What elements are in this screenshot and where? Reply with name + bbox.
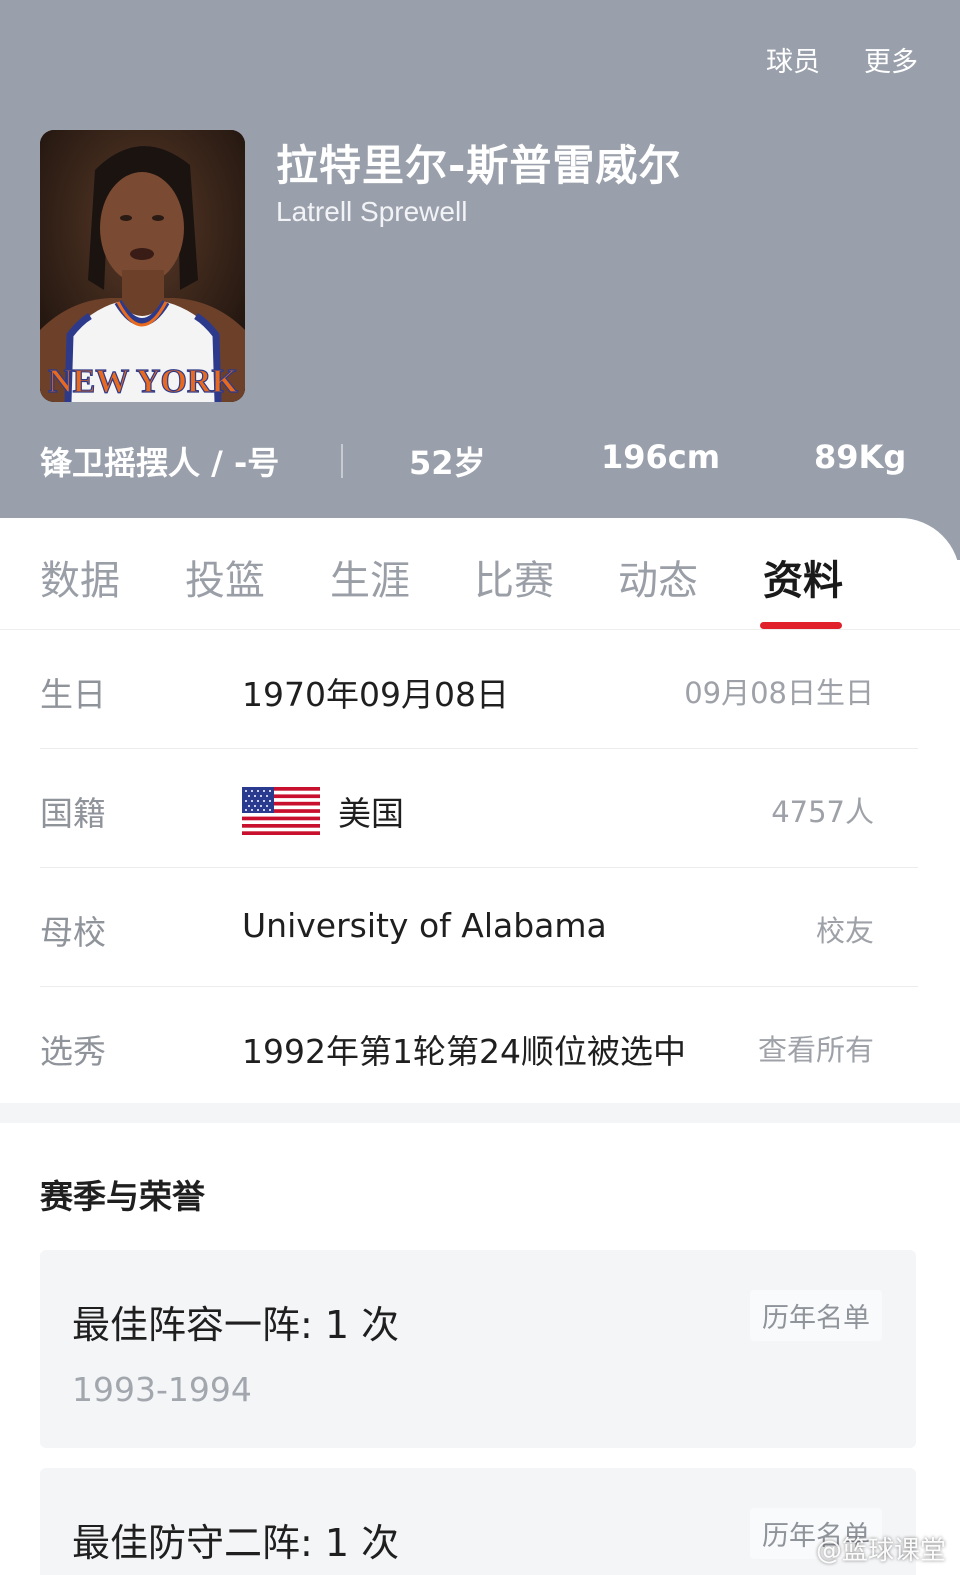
info-row-nationality: 国籍 美国 4757人 — [40, 749, 918, 868]
college-label: 母校 — [40, 913, 106, 952]
top-nav: 球员 更多 — [766, 40, 918, 79]
player-position-number: 锋卫摇摆人 / -号 — [40, 444, 280, 482]
profile-content: 数据 投篮 生涯 比赛 动态 资料 生日 1970年09月08日 09月08日生… — [0, 518, 960, 1575]
us-flag-icon — [242, 787, 320, 835]
profile-info-list: 生日 1970年09月08日 09月08日生日 国籍 美国 4757人 母校 U… — [40, 630, 918, 1106]
players-link[interactable]: 球员 — [766, 40, 820, 79]
player-header: 球员 更多 NEW YORK 拉特里尔-斯普雷威尔 Latrell Sprewe… — [0, 0, 960, 560]
info-row-birthday: 生日 1970年09月08日 09月08日生日 — [40, 630, 918, 749]
honor-years: 1993-1994 — [72, 1370, 252, 1409]
jersey-lettering: NEW YORK — [48, 363, 238, 400]
draft-value: 1992年第1轮第24顺位被选中 — [242, 1032, 686, 1071]
player-height: 196cm — [601, 438, 721, 476]
tab-news[interactable]: 动态 — [618, 548, 698, 606]
honor-title: 最佳阵容一阵: 1 次 — [72, 1303, 400, 1347]
draft-label: 选秀 — [40, 1032, 106, 1071]
player-age: 52岁 — [409, 444, 486, 482]
nationality-count-link[interactable]: 4757人 — [771, 789, 874, 831]
alumni-link[interactable]: 校友 — [816, 908, 874, 950]
nationality-value: 美国 — [338, 794, 404, 833]
birthday-value: 1970年09月08日 — [242, 675, 509, 714]
tab-games[interactable]: 比赛 — [474, 548, 554, 606]
tab-profile[interactable]: 资料 — [763, 548, 843, 606]
weibo-watermark: @篮球课堂 — [815, 1536, 946, 1566]
tab-career[interactable]: 生涯 — [330, 548, 410, 606]
college-value: University of Alabama — [242, 906, 607, 945]
nationality-label: 国籍 — [40, 794, 106, 833]
player-avatar: NEW YORK — [40, 130, 245, 402]
honor-title: 最佳防守二阵: 1 次 — [72, 1521, 400, 1565]
honors-section-title: 赛季与荣誉 — [40, 1177, 205, 1216]
birthday-link[interactable]: 09月08日生日 — [684, 670, 874, 712]
player-weight: 89Kg — [814, 438, 907, 476]
tab-shooting[interactable]: 投篮 — [185, 548, 265, 606]
more-link[interactable]: 更多 — [864, 40, 918, 79]
info-row-draft: 选秀 1992年第1轮第24顺位被选中 查看所有 — [40, 987, 918, 1106]
view-all-draft-link[interactable]: 查看所有 — [758, 1027, 874, 1069]
player-name-cn: 拉特里尔-斯普雷威尔 — [276, 141, 682, 190]
birthday-label: 生日 — [40, 675, 106, 714]
player-name-en: Latrell Sprewell — [276, 196, 468, 227]
honor-card: 最佳阵容一阵: 1 次 1993-1994 历年名单 — [40, 1250, 916, 1448]
tab-stats[interactable]: 数据 — [40, 548, 120, 606]
info-row-college: 母校 University of Alabama 校友 — [40, 868, 918, 987]
history-list-button[interactable]: 历年名单 — [750, 1290, 882, 1341]
stats-divider — [341, 444, 343, 478]
section-divider — [0, 1103, 960, 1123]
honor-card: 最佳防守二阵: 1 次 历年名单 — [40, 1468, 916, 1575]
active-tab-indicator — [760, 622, 842, 629]
tab-bar: 数据 投篮 生涯 比赛 动态 资料 — [0, 518, 960, 630]
